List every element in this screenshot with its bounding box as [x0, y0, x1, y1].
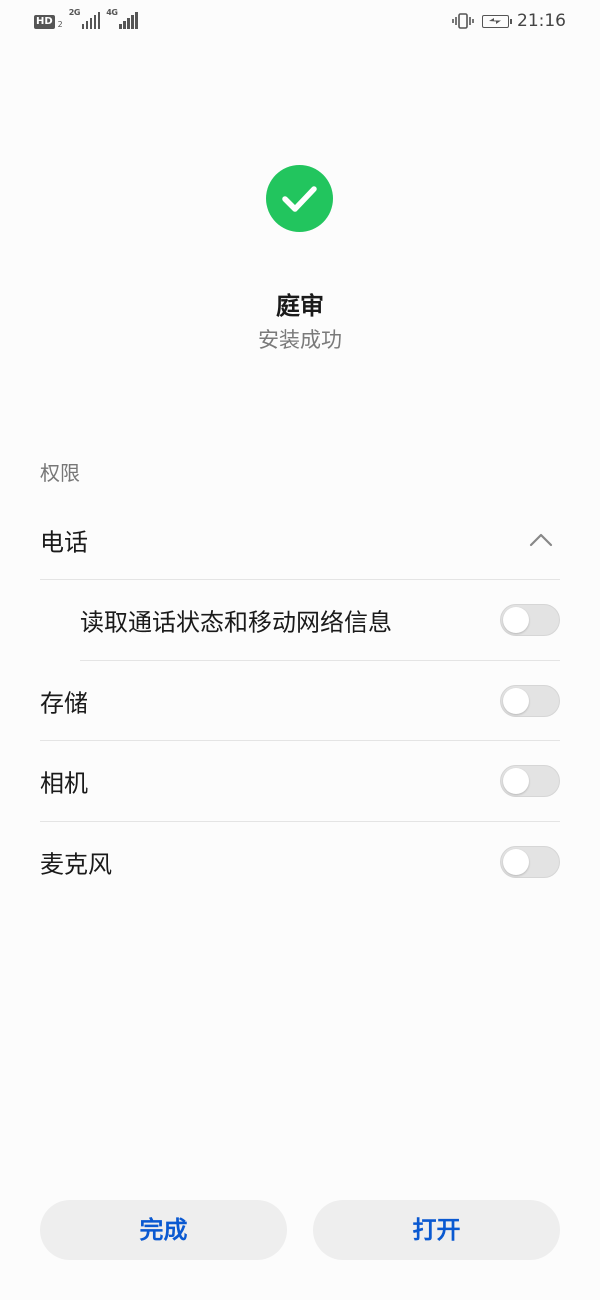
- done-button[interactable]: 完成: [40, 1200, 287, 1260]
- check-circle-icon: [266, 165, 333, 232]
- permission-camera-label: 相机: [40, 769, 88, 798]
- permission-microphone-row: 麦克风: [40, 822, 560, 902]
- permission-phone-state-label: 读取通话状态和移动网络信息: [80, 608, 392, 637]
- hd-icon: HD: [34, 15, 55, 29]
- status-right: 21:16: [452, 11, 566, 31]
- permission-camera-toggle[interactable]: [500, 765, 560, 797]
- battery-charging-icon: [482, 14, 512, 28]
- toggle-knob: [503, 849, 529, 875]
- permission-phone-state-toggle[interactable]: [500, 604, 560, 636]
- toggle-knob: [503, 607, 529, 633]
- permission-microphone-toggle[interactable]: [500, 846, 560, 878]
- permissions-section-label: 权限: [40, 461, 80, 485]
- permission-phone-row[interactable]: 电话: [40, 500, 560, 580]
- permission-microphone-label: 麦克风: [40, 850, 112, 879]
- toggle-knob: [503, 768, 529, 794]
- install-status: 安装成功: [258, 328, 342, 352]
- status-bar: HD 2 2G 4G 21:16: [0, 0, 600, 44]
- network-type-2: 4G: [106, 8, 118, 17]
- vibrate-icon: [452, 13, 474, 29]
- permission-storage-label: 存储: [40, 689, 88, 718]
- app-name: 庭审: [276, 292, 324, 320]
- open-button[interactable]: 打开: [313, 1200, 560, 1260]
- signal-icon: 2G: [69, 8, 101, 29]
- permission-storage-toggle[interactable]: [500, 685, 560, 717]
- network-type-1: 2G: [68, 8, 81, 17]
- status-left: HD 2 2G 4G: [34, 8, 138, 29]
- permission-camera-row: 相机: [40, 741, 560, 821]
- permission-storage-row: 存储: [40, 661, 560, 741]
- signal-icon: 4G: [106, 8, 138, 29]
- sim-number: 2: [57, 20, 63, 29]
- chevron-up-icon[interactable]: [528, 528, 554, 552]
- toggle-knob: [503, 688, 529, 714]
- permission-phone-label: 电话: [40, 528, 88, 557]
- permission-phone-state-row: 读取通话状态和移动网络信息: [40, 580, 560, 660]
- clock: 21:16: [517, 11, 566, 31]
